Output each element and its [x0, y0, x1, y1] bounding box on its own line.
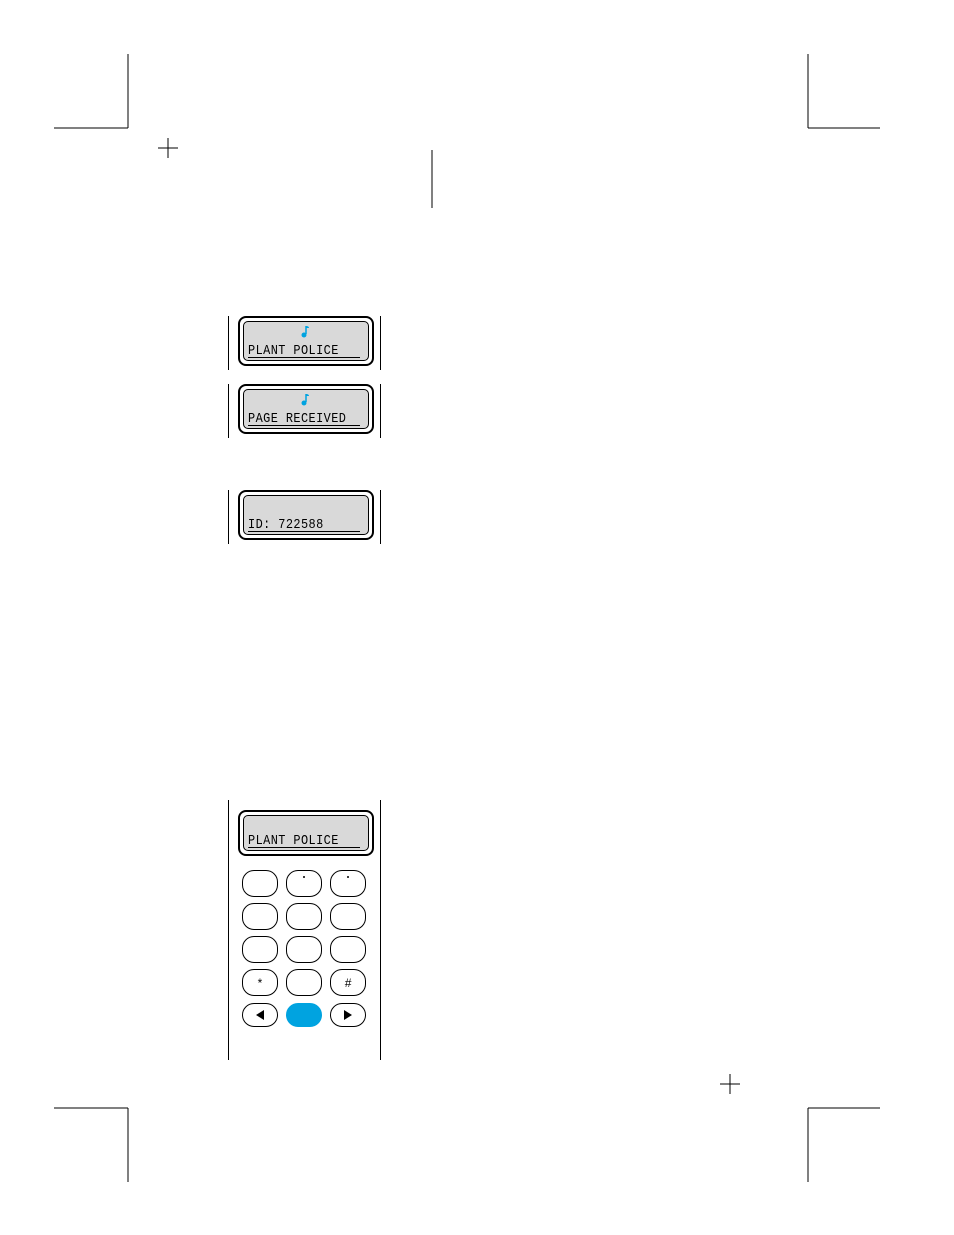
key-7[interactable]: [242, 936, 278, 963]
key-star[interactable]: *: [242, 969, 278, 996]
musical-note-icon: [300, 325, 310, 339]
musical-note-icon: [300, 393, 310, 407]
device-lcd-text: PLANT POLICE: [248, 833, 339, 849]
key-6[interactable]: [330, 903, 366, 930]
lcd-text-3: ID: 722588: [248, 517, 324, 533]
key-0[interactable]: [286, 969, 322, 996]
key-hash-label: #: [345, 976, 352, 990]
keypad: * #: [238, 870, 370, 1060]
key-9[interactable]: [330, 936, 366, 963]
key-3[interactable]: [330, 870, 366, 897]
lcd-text-2: PAGE RECEIVED: [248, 411, 346, 427]
nav-center-button[interactable]: [286, 1003, 322, 1027]
key-4[interactable]: [242, 903, 278, 930]
key-1[interactable]: [242, 870, 278, 897]
key-hash[interactable]: #: [330, 969, 366, 996]
crop-marks: [0, 0, 954, 1235]
arrow-left-icon: [256, 1010, 264, 1020]
key-2[interactable]: [286, 870, 322, 897]
nav-right-button[interactable]: [330, 1003, 366, 1027]
key-5[interactable]: [286, 903, 322, 930]
arrow-right-icon: [344, 1010, 352, 1020]
key-8[interactable]: [286, 936, 322, 963]
key-star-label: *: [258, 976, 263, 990]
lcd-text-1: PLANT POLICE: [248, 343, 339, 359]
nav-left-button[interactable]: [242, 1003, 278, 1027]
